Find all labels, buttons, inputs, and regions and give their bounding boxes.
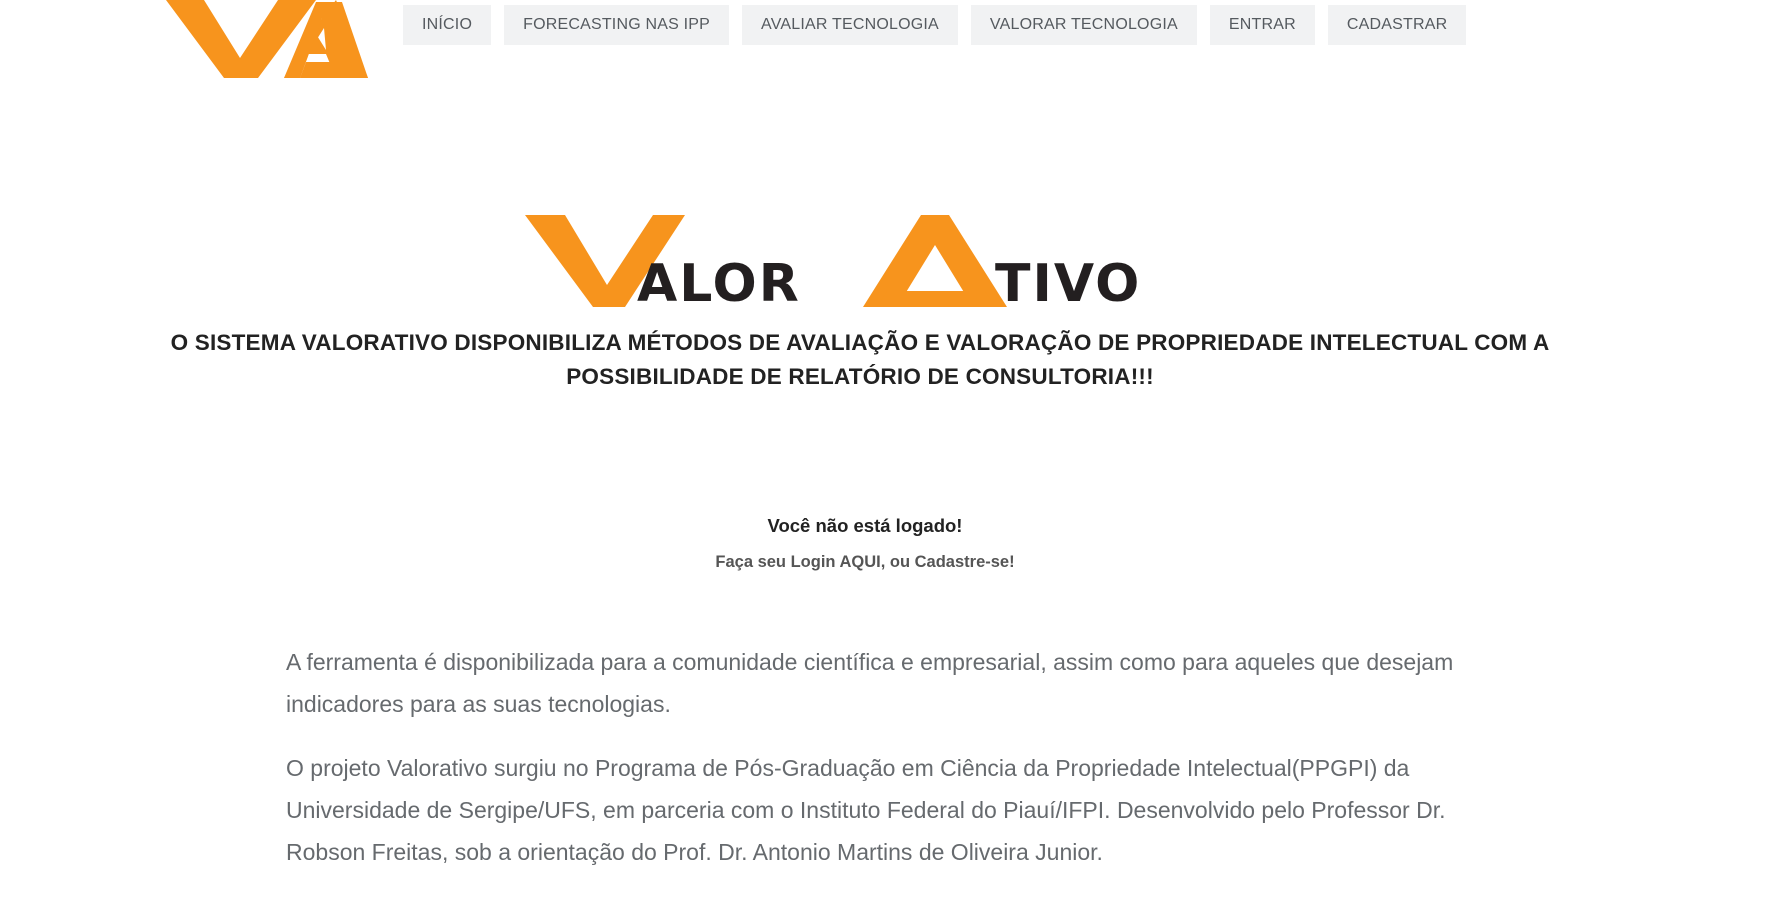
tagline: O SISTEMA VALORATIVO DISPONIBILIZA MÉTOD… [150,326,1570,394]
tagline-line-2: POSSIBILIDADE DE RELATÓRIO DE CONSULTORI… [566,364,1154,389]
nav-cadastrar[interactable]: CADASTRAR [1327,5,1467,45]
main-nav: INÍCIO FORECASTING NAS IPP AVALIAR TECNO… [403,5,1467,45]
login-link[interactable]: Faça seu Login AQUI, ou Cadastre-se! [0,553,1730,572]
main-content: A ferramenta é disponibilizada para a co… [286,641,1466,895]
nav-valorar-tecnologia[interactable]: VALORAR TECNOLOGIA [970,5,1197,45]
tagline-line-1: O SISTEMA VALORATIVO DISPONIBILIZA MÉTOD… [170,330,1550,355]
logo-text-tivo: TIVO [995,254,1141,311]
page: INÍCIO FORECASTING NAS IPP AVALIAR TECNO… [0,0,1788,912]
nav-avaliar-tecnologia[interactable]: AVALIAR TECNOLOGIA [742,5,958,45]
project-paragraph: O projeto Valorativo surgiu no Programa … [286,755,1446,865]
intro-paragraph: A ferramenta é disponibilizada para a co… [286,649,1454,717]
valorativo-logo: ALOR TIVO [525,215,1141,311]
nav-forecasting[interactable]: FORECASTING NAS IPP [504,5,730,45]
logo-text-alor: ALOR [637,254,801,311]
not-logged-in-title: Você não está logado! [767,515,963,536]
site-header: INÍCIO FORECASTING NAS IPP AVALIAR TECNO… [0,0,1788,90]
nav-inicio[interactable]: INÍCIO [403,5,492,45]
nav-entrar[interactable]: ENTRAR [1209,5,1315,45]
va-logo-icon[interactable] [166,0,368,80]
